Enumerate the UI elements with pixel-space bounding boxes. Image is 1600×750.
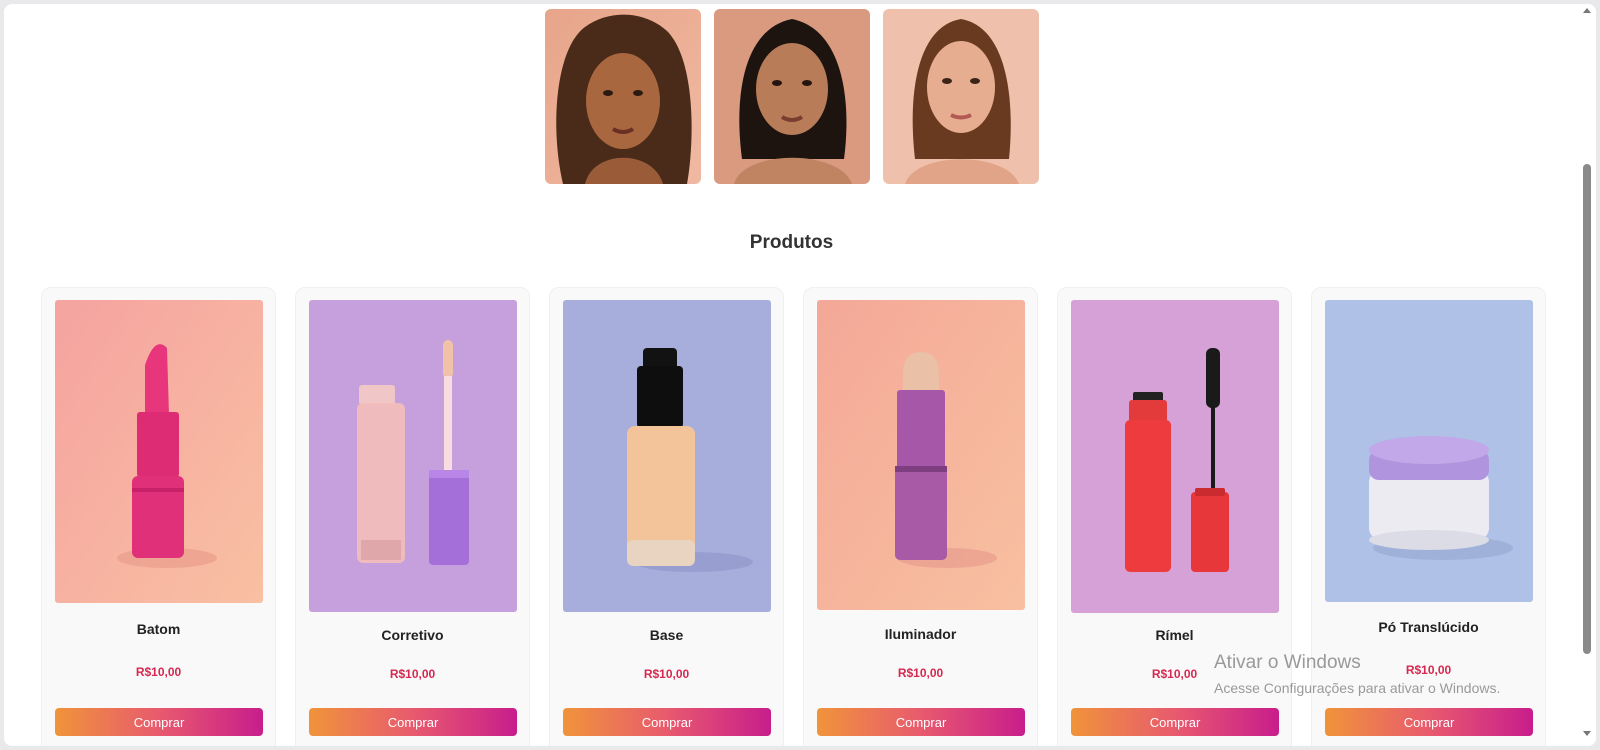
product-price: R$10,00 xyxy=(135,665,182,679)
product-price: R$10,00 xyxy=(389,667,436,681)
lipstick-icon xyxy=(55,300,263,603)
product-name: Base xyxy=(649,627,684,643)
product-name: Pó Translúcido xyxy=(1378,619,1479,635)
watermark-title: Ativar o Windows xyxy=(1214,652,1361,673)
windows-activation-watermark: Ativar o Windows Acesse Configurações pa… xyxy=(1214,652,1500,696)
product-price: R$10,00 xyxy=(643,667,690,681)
portrait-gallery xyxy=(545,9,1039,184)
scroll-up-icon[interactable] xyxy=(1583,8,1591,13)
scroll-down-icon[interactable] xyxy=(1583,731,1591,736)
buy-button-corretivo[interactable]: Comprar xyxy=(309,708,517,736)
watermark-subtitle: Acesse Configurações para ativar o Windo… xyxy=(1214,680,1501,696)
vertical-scrollbar[interactable] xyxy=(1579,4,1596,746)
buy-button-iluminador[interactable]: Comprar xyxy=(817,708,1025,736)
mascara-icon xyxy=(1071,300,1279,613)
concealer-icon xyxy=(309,300,517,612)
portrait-brown-hair xyxy=(883,9,1039,184)
product-card: Corretivo R$10,00 Comprar xyxy=(295,287,530,746)
foundation-icon xyxy=(563,300,771,612)
product-card: Iluminador R$10,00 Comprar xyxy=(803,287,1038,746)
product-name: Batom xyxy=(136,621,181,637)
portrait-dark-hair xyxy=(714,9,870,184)
highlighter-icon xyxy=(817,300,1025,610)
portrait-curly-hair xyxy=(545,9,701,184)
product-name: Rímel xyxy=(1155,627,1194,643)
buy-button-base[interactable]: Comprar xyxy=(563,708,771,736)
buy-button-batom[interactable]: Comprar xyxy=(55,708,263,736)
powder-icon xyxy=(1325,300,1533,602)
product-name: Corretivo xyxy=(381,627,444,643)
product-card: Batom R$10,00 Comprar xyxy=(41,287,276,746)
product-card: Base R$10,00 Comprar xyxy=(549,287,784,746)
product-price: R$10,00 xyxy=(897,666,944,680)
product-name: Iluminador xyxy=(884,626,957,642)
browser-viewport: Produtos Batom R$10,00 Comprar Corretivo… xyxy=(4,4,1596,746)
buy-button-rimel[interactable]: Comprar xyxy=(1071,708,1279,736)
buy-button-po-translucido[interactable]: Comprar xyxy=(1325,708,1533,736)
section-title: Produtos xyxy=(749,232,834,253)
scroll-thumb[interactable] xyxy=(1583,164,1591,654)
